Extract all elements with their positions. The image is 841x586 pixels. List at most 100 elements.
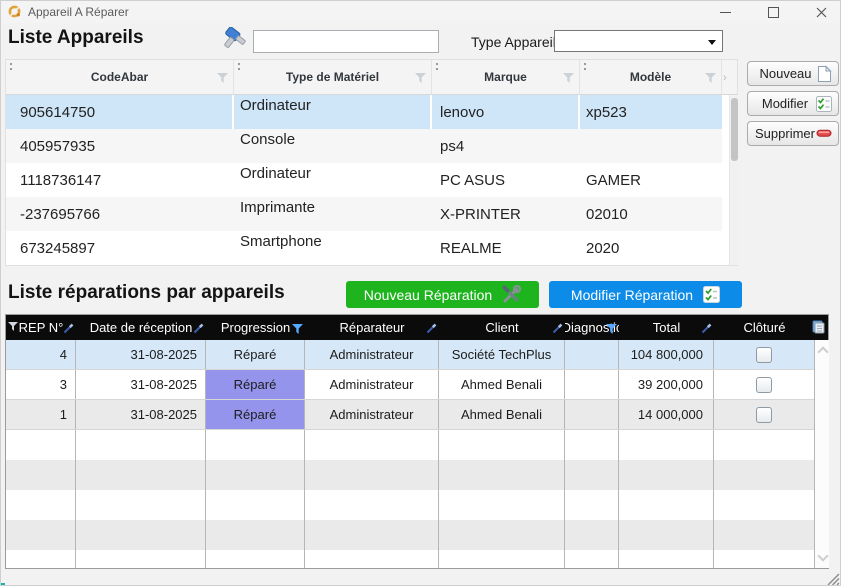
empty-cell	[206, 430, 305, 460]
empty-cell	[714, 460, 815, 490]
column-header-label: Total	[653, 320, 680, 335]
empty-cell	[6, 460, 76, 490]
cloture-checkbox[interactable]	[756, 377, 772, 393]
device-cell: 905614750	[6, 95, 234, 129]
device-row[interactable]: 673245897SmartphoneREALME2020	[6, 231, 722, 265]
empty-cell	[439, 460, 565, 490]
repair-row[interactable]: 431-08-2025RéparéAdministrateurSociété T…	[6, 340, 815, 370]
empty-cell	[439, 430, 565, 460]
empty-cell	[206, 460, 305, 490]
device-column-header[interactable]: Type de Matériel	[234, 60, 432, 94]
device-column-header[interactable]: Marque	[432, 60, 580, 94]
repair-column-header[interactable]: REP N°	[6, 315, 76, 340]
column-header-label: Date de réception	[90, 320, 193, 335]
repair-cell	[565, 340, 619, 369]
repairs-heading: Liste réparations par appareils	[8, 282, 285, 304]
barcode-scanner-icon	[220, 27, 250, 56]
devices-grid-header: CodeAbarType de MatérielMarque Modèle	[6, 60, 737, 95]
repair-column-header[interactable]: Clôturé	[714, 315, 815, 340]
device-column-header[interactable]: Modèle	[580, 60, 722, 94]
repair-cell: Réparé	[206, 340, 305, 369]
empty-cell	[565, 550, 619, 568]
repair-cell: 3	[6, 370, 76, 399]
device-cell: Console	[234, 129, 432, 163]
devices-vertical-scrollbar[interactable]	[729, 95, 739, 265]
repair-cell	[565, 370, 619, 399]
repair-cell: Réparé	[206, 400, 305, 429]
repair-column-header[interactable]: Date de réception	[76, 315, 206, 340]
minimize-button[interactable]	[710, 1, 740, 23]
device-row[interactable]: -237695766ImprimanteX-PRINTER02010	[6, 197, 722, 231]
device-cell: Smartphone	[234, 231, 432, 265]
filter-icon[interactable]	[606, 324, 617, 334]
search-wand-icon[interactable]	[552, 323, 563, 334]
search-wand-icon[interactable]	[701, 323, 712, 334]
close-icon	[816, 7, 827, 18]
repair-cell: Société TechPlus	[439, 340, 565, 369]
empty-cell	[619, 550, 714, 568]
scroll-down-icon[interactable]	[817, 550, 828, 561]
empty-cell	[565, 460, 619, 490]
repairs-vertical-scrollbar[interactable]	[814, 340, 829, 568]
type-appareil-label: Type Appareil	[471, 34, 556, 50]
repair-column-header[interactable]: Progression	[206, 315, 305, 340]
close-button[interactable]	[806, 1, 836, 23]
cloture-checkbox[interactable]	[756, 347, 772, 363]
repair-cell: 1	[6, 400, 76, 429]
filter-icon[interactable]	[292, 324, 303, 334]
checklist-icon	[703, 286, 720, 303]
repair-cell: Administrateur	[305, 340, 439, 369]
type-appareil-select[interactable]	[554, 30, 723, 52]
repair-cell: 31-08-2025	[76, 340, 206, 369]
device-cell: REALME	[432, 231, 580, 265]
device-cell: 1118736147	[6, 163, 234, 197]
device-row[interactable]: 905614750Ordinateurlenovoxp523	[6, 95, 722, 129]
nouveau-button[interactable]: Nouveau	[747, 61, 839, 86]
modifier-reparation-button[interactable]: Modifier Réparation	[549, 281, 742, 308]
scrollbar-thumb[interactable]	[731, 98, 738, 161]
search-wand-icon[interactable]	[193, 323, 204, 334]
empty-cell	[619, 460, 714, 490]
modifier-button[interactable]: Modifier	[747, 91, 839, 116]
devices-grid: CodeAbarType de MatérielMarque Modèle 905…	[5, 59, 738, 266]
device-cell: X-PRINTER	[432, 197, 580, 231]
empty-cell	[206, 520, 305, 550]
repair-cell: 104 800,000	[619, 340, 714, 369]
search-wand-icon[interactable]	[63, 323, 74, 334]
empty-cell	[76, 430, 206, 460]
empty-cell	[206, 490, 305, 520]
column-header-label: Clôturé	[744, 320, 786, 335]
cloture-cell	[714, 370, 815, 399]
resize-grip[interactable]	[827, 573, 840, 586]
column-header-label: Modèle	[630, 70, 671, 84]
empty-cell	[439, 490, 565, 520]
supprimer-button[interactable]: Supprimer	[747, 121, 839, 146]
device-column-header[interactable]: CodeAbar	[6, 60, 234, 94]
repair-column-header[interactable]: Client	[439, 315, 565, 340]
device-row[interactable]: 1118736147OrdinateurPC ASUSGAMER	[6, 163, 722, 197]
device-row[interactable]: 405957935Consoleps4	[6, 129, 722, 163]
filter-icon[interactable]	[217, 73, 228, 83]
nouveau-reparation-button[interactable]: Nouveau Réparation	[346, 281, 539, 308]
empty-row	[6, 550, 815, 568]
cloture-checkbox[interactable]	[756, 407, 772, 423]
repair-column-header[interactable]: Réparateur	[305, 315, 439, 340]
checklist-icon	[816, 96, 832, 112]
empty-cell	[619, 520, 714, 550]
repair-row[interactable]: 331-08-2025RéparéAdministrateurAhmed Ben…	[6, 370, 815, 400]
barcode-search-input[interactable]	[253, 30, 439, 53]
device-cell: lenovo	[432, 95, 580, 129]
repair-cell: 14 000,000	[619, 400, 714, 429]
search-wand-icon[interactable]	[426, 323, 437, 334]
repair-cell: Administrateur	[305, 400, 439, 429]
repairs-grid-body: 431-08-2025RéparéAdministrateurSociété T…	[6, 340, 815, 568]
maximize-button[interactable]	[758, 1, 788, 23]
filter-icon[interactable]	[705, 73, 716, 83]
repair-column-header[interactable]: Diagnostic	[565, 315, 619, 340]
empty-cell	[565, 520, 619, 550]
repair-row[interactable]: 131-08-2025RéparéAdministrateurAhmed Ben…	[6, 400, 815, 430]
filter-icon[interactable]	[415, 73, 426, 83]
filter-icon[interactable]	[563, 73, 574, 83]
scroll-up-icon[interactable]	[817, 346, 828, 357]
repair-column-header[interactable]: Total	[619, 315, 714, 340]
